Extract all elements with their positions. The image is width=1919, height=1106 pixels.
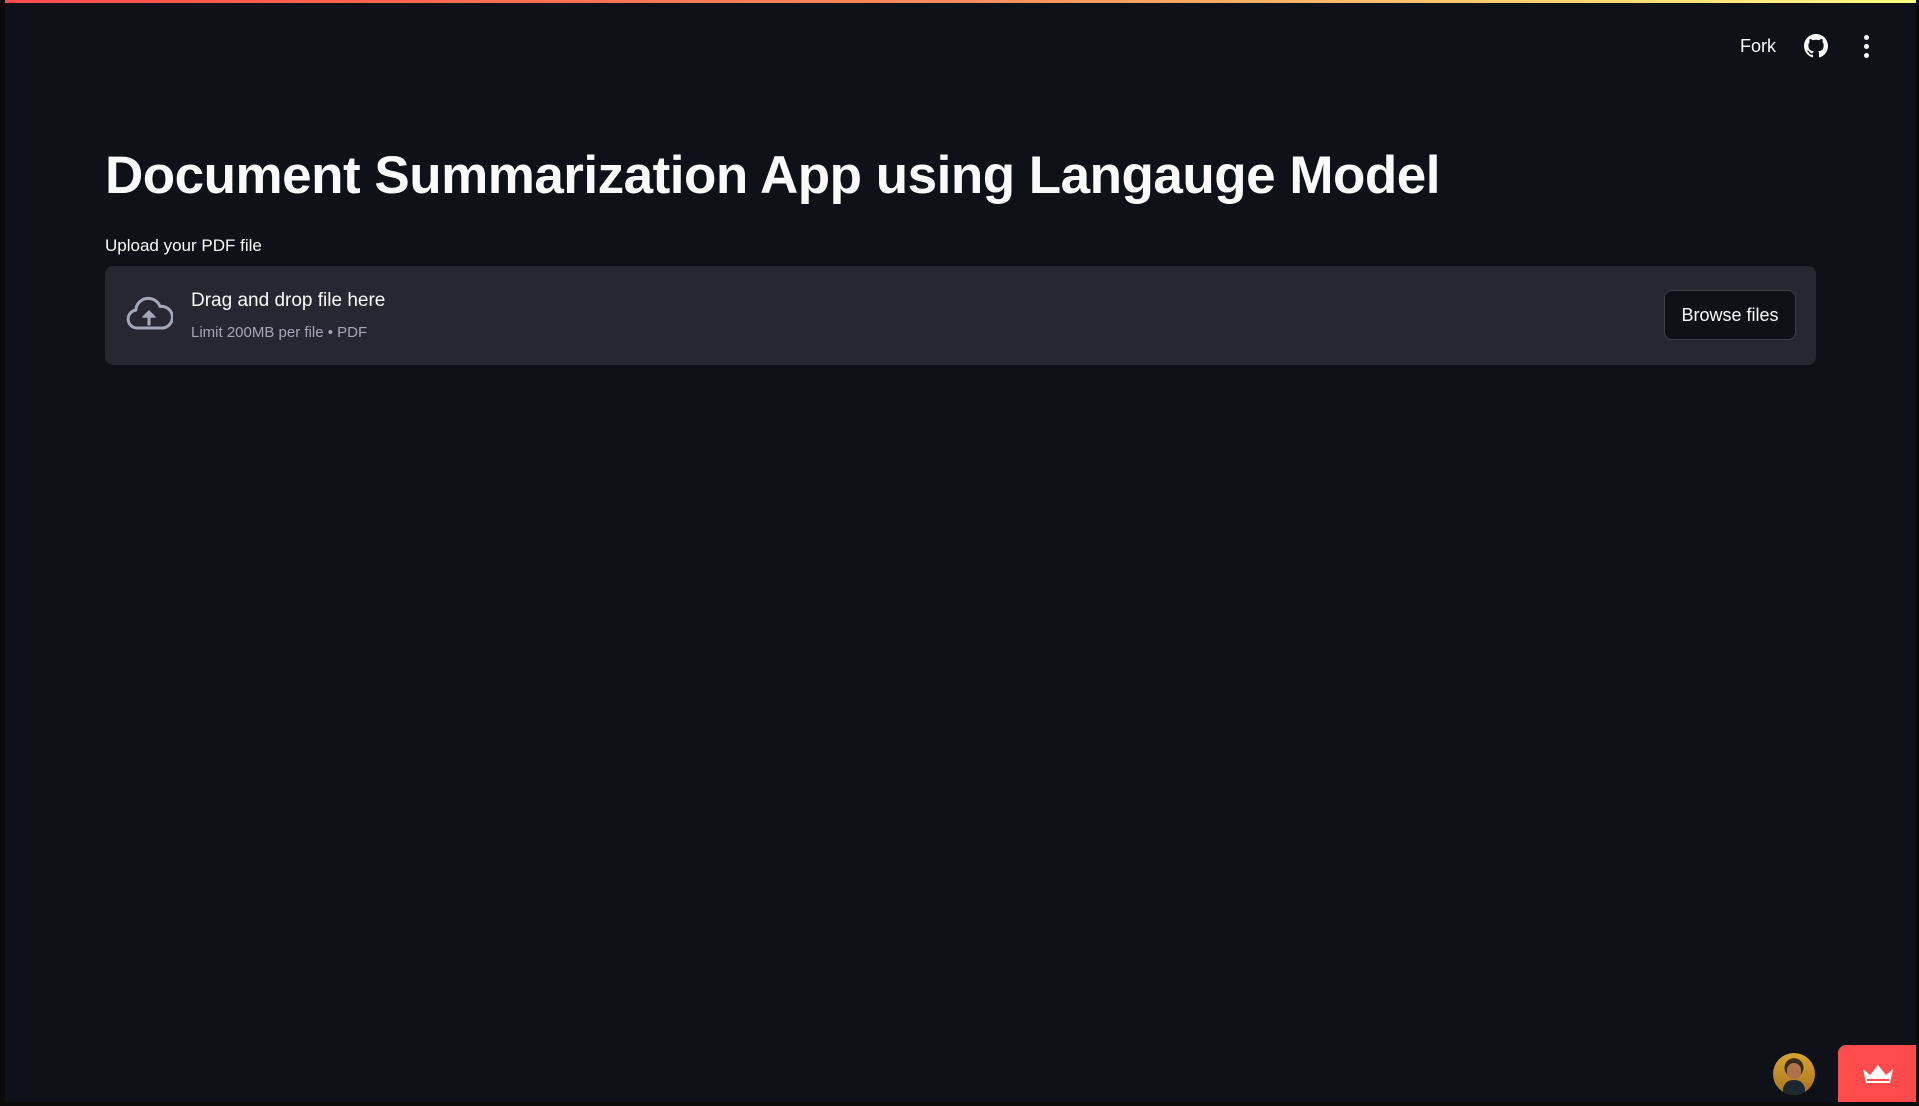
streamlit-badge[interactable] [1838,1045,1916,1102]
dropzone-limit-text: Limit 200MB per file • PDF [191,324,368,341]
kebab-menu-icon[interactable] [1856,32,1876,60]
crown-icon [1863,1065,1893,1083]
cloud-upload-icon [126,296,173,330]
file-dropzone[interactable]: Drag and drop file here Limit 200MB per … [105,266,1816,365]
user-avatar[interactable] [1773,1053,1815,1095]
avatar-body [1783,1080,1805,1095]
uploader-label: Upload your PDF file [105,236,262,255]
dropzone-instruction: Drag and drop file here [191,290,386,311]
header-toolbar: Fork [1740,28,1876,64]
app-window: Fork Document Summarization App using La… [5,0,1916,1102]
top-decoration-bar [5,0,1916,3]
avatar-face [1787,1063,1801,1079]
fork-button[interactable]: Fork [1740,36,1776,57]
github-icon[interactable] [1804,34,1828,58]
page-title: Document Summarization App using Langaug… [105,146,1440,205]
browse-files-button[interactable]: Browse files [1664,290,1796,340]
